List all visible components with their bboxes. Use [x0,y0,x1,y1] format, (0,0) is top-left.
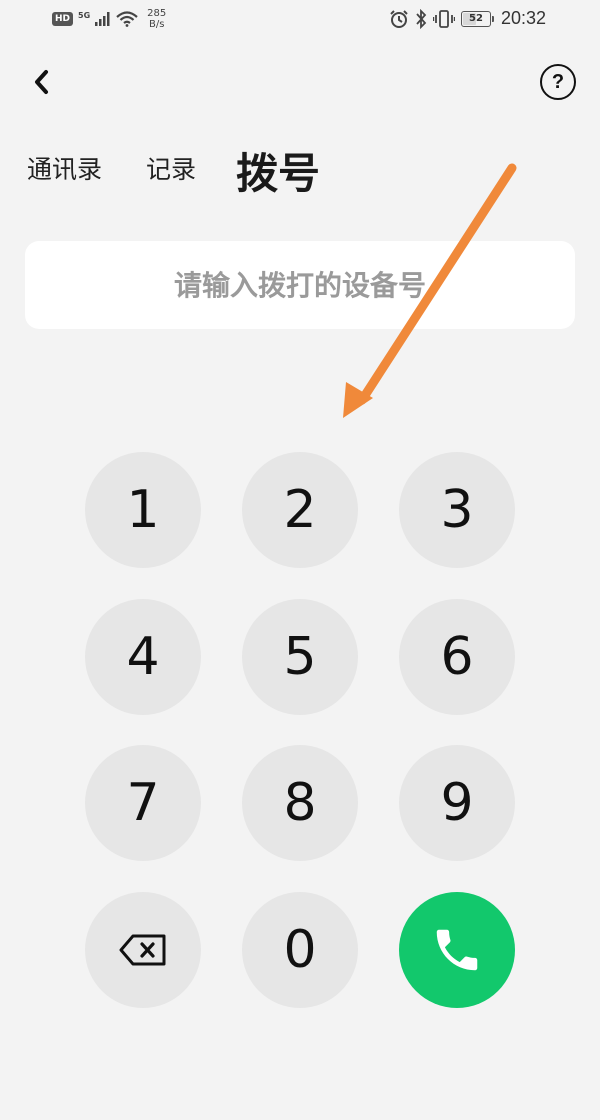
key-7[interactable]: 7 [85,745,201,861]
call-button[interactable] [399,892,515,1008]
key-3[interactable]: 3 [399,452,515,568]
tab-records[interactable]: 记录 [146,150,196,186]
battery-icon: 52 [460,10,494,27]
status-bar-left: HD 5G 285 B/s [52,8,166,30]
network-type: 5G [78,10,91,20]
network-speed-unit: B/s [148,19,165,30]
key-2[interactable]: 2 [242,452,358,568]
key-1[interactable]: 1 [85,452,201,568]
network-speed-value: 285 [147,8,167,19]
network-speed: 285 B/s [147,8,166,30]
battery-level: 52 [468,13,483,24]
key-6[interactable]: 6 [399,599,515,715]
signal-icon [95,12,111,26]
alarm-icon [389,9,409,29]
phone-icon [436,929,478,971]
device-number-input[interactable] [25,240,575,330]
delete-button[interactable] [85,892,201,1008]
key-4[interactable]: 4 [85,599,201,715]
key-8[interactable]: 8 [242,745,358,861]
key-0[interactable]: 0 [242,892,358,1008]
help-button[interactable]: ? [540,64,576,100]
key-5[interactable]: 5 [242,599,358,715]
status-bar: HD 5G 285 B/s 52 20:32 [0,0,600,40]
tab-contacts[interactable]: 通讯录 [27,150,102,186]
chevron-left-icon [35,70,48,94]
device-number-field[interactable] [25,240,575,330]
hd-badge: HD [52,12,74,26]
clock: 20:32 [500,8,546,28]
vibrate-icon [432,9,455,29]
tab-dial[interactable]: 拨号 [236,140,320,201]
backspace-icon [119,934,166,966]
bluetooth-icon [415,8,427,29]
status-bar-right: 52 20:32 [389,8,546,29]
annotation-arrow-head [343,382,373,418]
wifi-icon [116,11,138,27]
key-9[interactable]: 9 [399,745,515,861]
back-button[interactable] [24,62,58,102]
